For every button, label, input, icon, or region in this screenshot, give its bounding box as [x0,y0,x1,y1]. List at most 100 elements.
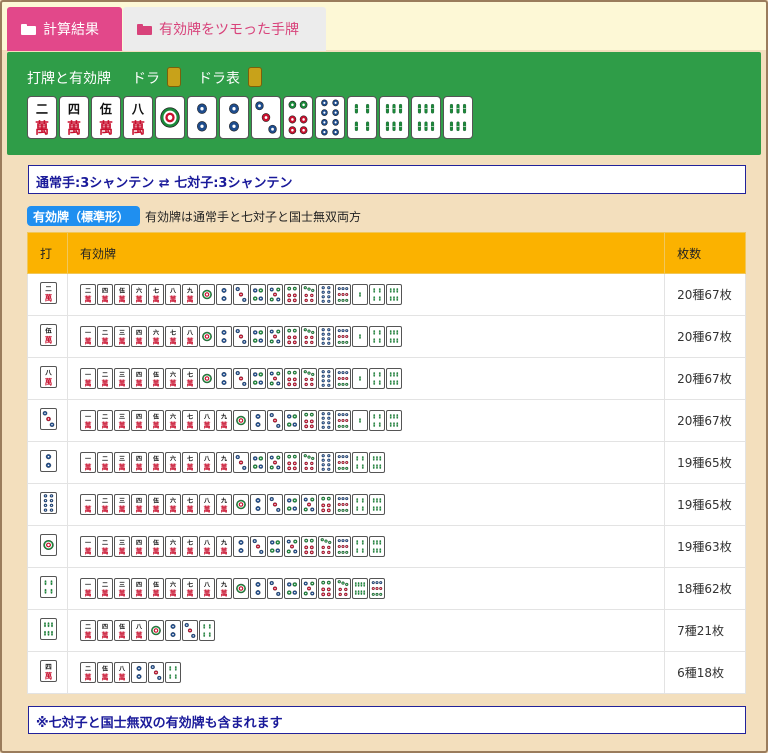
tile-8m-man-icon[interactable]: 八萬 [198,578,215,599]
tile-7p-pin-icon[interactable] [300,326,317,347]
tile-4p-pin-icon[interactable] [249,368,266,389]
tile-8m-man-icon[interactable]: 八萬 [123,96,153,139]
dora-tile[interactable] [167,67,181,87]
tile-9m-man-icon[interactable]: 九萬 [181,284,198,305]
tile-8p-pin-icon[interactable] [317,452,334,473]
tile-2p-pin-icon[interactable] [219,96,249,139]
table-row[interactable]: 二萬四萬伍萬八萬 7種21枚 [27,609,746,652]
tile-4m-man-icon[interactable]: 四萬 [40,660,57,682]
tile-2m-man-icon[interactable]: 二萬 [96,410,113,431]
tile-2m-man-icon[interactable]: 二萬 [96,578,113,599]
tile-9m-man-icon[interactable]: 九萬 [215,410,232,431]
tile-5m-man-icon[interactable]: 伍萬 [147,410,164,431]
tile-2p-pin-icon[interactable] [249,578,266,599]
tile-8p-pin-icon[interactable] [317,368,334,389]
tile-5p-pin-icon[interactable] [266,452,283,473]
tile-1m-man-icon[interactable]: 一萬 [79,536,96,557]
tile-3p-pin-icon[interactable] [266,578,283,599]
tile-9m-man-icon[interactable]: 九萬 [215,578,232,599]
tile-5m-man-icon[interactable]: 伍萬 [113,620,130,641]
tile-7m-man-icon[interactable]: 七萬 [181,410,198,431]
tile-2p-pin-icon[interactable] [215,284,232,305]
tile-8m-man-icon[interactable]: 八萬 [198,536,215,557]
tile-4s-sou-icon[interactable] [351,452,368,473]
tile-6p-pin-icon[interactable] [317,578,334,599]
tile-3m-man-icon[interactable]: 三萬 [113,326,130,347]
table-row[interactable]: 四萬二萬伍萬八萬 6種18枚 [27,651,746,694]
tile-4p-pin-icon[interactable] [283,578,300,599]
tile-1m-man-icon[interactable]: 一萬 [79,452,96,473]
tile-9m-man-icon[interactable]: 九萬 [215,536,232,557]
tile-4s-sou-icon[interactable] [368,326,385,347]
tile-3p-pin-icon[interactable] [232,326,249,347]
tile-2m-man-icon[interactable]: 二萬 [96,452,113,473]
tile-1p-pin-icon[interactable] [232,494,249,515]
tile-4s-sou-icon[interactable] [368,410,385,431]
tile-6m-man-icon[interactable]: 六萬 [164,410,181,431]
tile-8s-sou-icon[interactable] [351,578,368,599]
tile-5m-man-icon[interactable]: 伍萬 [147,578,164,599]
tile-5m-man-icon[interactable]: 伍萬 [147,452,164,473]
tile-9p-pin-icon[interactable] [334,410,351,431]
tile-3p-pin-icon[interactable] [232,284,249,305]
tile-2p-pin-icon[interactable] [130,662,147,683]
tile-5m-man-icon[interactable]: 伍萬 [96,662,113,683]
tile-3p-pin-icon[interactable] [266,410,283,431]
tile-2p-pin-icon[interactable] [215,368,232,389]
tile-5m-man-icon[interactable]: 伍萬 [147,368,164,389]
tile-7p-pin-icon[interactable] [300,368,317,389]
tab-draw-hands[interactable]: 有効牌をツモった手牌 [123,7,326,51]
tile-7m-man-icon[interactable]: 七萬 [181,452,198,473]
tile-4s-sou-icon[interactable] [351,536,368,557]
tile-2m-man-icon[interactable]: 二萬 [96,494,113,515]
tile-1m-man-icon[interactable]: 一萬 [79,326,96,347]
tile-1m-man-icon[interactable]: 一萬 [79,578,96,599]
tile-8m-man-icon[interactable]: 八萬 [164,284,181,305]
tile-4s-sou-icon[interactable] [368,284,385,305]
tile-4s-sou-icon[interactable] [198,620,215,641]
tile-2p-pin-icon[interactable] [164,620,181,641]
tile-6p-pin-icon[interactable] [283,284,300,305]
tile-3m-man-icon[interactable]: 三萬 [113,494,130,515]
tile-9p-pin-icon[interactable] [334,536,351,557]
tile-4p-pin-icon[interactable] [266,536,283,557]
dora-indicator-tile[interactable] [248,67,262,87]
tile-2p-pin-icon[interactable] [249,494,266,515]
tile-5p-pin-icon[interactable] [266,368,283,389]
tile-4m-man-icon[interactable]: 四萬 [130,326,147,347]
tile-8m-man-icon[interactable]: 八萬 [40,366,57,388]
tile-5p-pin-icon[interactable] [300,494,317,515]
tile-5m-man-icon[interactable]: 伍萬 [91,96,121,139]
tile-9p-pin-icon[interactable] [334,326,351,347]
tile-4s-sou-icon[interactable] [164,662,181,683]
tile-7m-man-icon[interactable]: 七萬 [181,578,198,599]
tile-2p-pin-icon[interactable] [249,410,266,431]
tile-1s-sou-icon[interactable] [351,368,368,389]
tile-8p-pin-icon[interactable] [317,284,334,305]
tab-results[interactable]: 計算結果 [7,7,122,51]
tile-6m-man-icon[interactable]: 六萬 [164,578,181,599]
table-row[interactable]: 一萬二萬三萬四萬伍萬六萬七萬八萬九萬 19種65枚 [27,441,746,484]
tile-2p-pin-icon[interactable] [215,326,232,347]
tile-4p-pin-icon[interactable] [283,494,300,515]
table-row[interactable]: 一萬二萬三萬四萬伍萬六萬七萬八萬九萬 18種62枚 [27,567,746,610]
tile-6s-sou-icon[interactable] [385,326,402,347]
tile-3p-pin-icon[interactable] [181,620,198,641]
tile-2m-man-icon[interactable]: 二萬 [96,326,113,347]
tile-7m-man-icon[interactable]: 七萬 [181,368,198,389]
tile-4s-sou-icon[interactable] [40,576,57,598]
tile-4m-man-icon[interactable]: 四萬 [59,96,89,139]
tile-3p-pin-icon[interactable] [232,452,249,473]
tile-6m-man-icon[interactable]: 六萬 [164,494,181,515]
table-row[interactable]: 二萬二萬四萬伍萬六萬七萬八萬九萬 20種67枚 [27,273,746,316]
tile-8p-pin-icon[interactable] [315,96,345,139]
tile-3p-pin-icon[interactable] [266,494,283,515]
tile-1s-sou-icon[interactable] [351,284,368,305]
tile-8m-man-icon[interactable]: 八萬 [198,452,215,473]
tile-2m-man-icon[interactable]: 二萬 [96,536,113,557]
tile-3m-man-icon[interactable]: 三萬 [113,536,130,557]
tile-6m-man-icon[interactable]: 六萬 [164,452,181,473]
tile-4s-sou-icon[interactable] [351,494,368,515]
tile-9p-pin-icon[interactable] [334,368,351,389]
tile-5m-man-icon[interactable]: 伍萬 [147,536,164,557]
